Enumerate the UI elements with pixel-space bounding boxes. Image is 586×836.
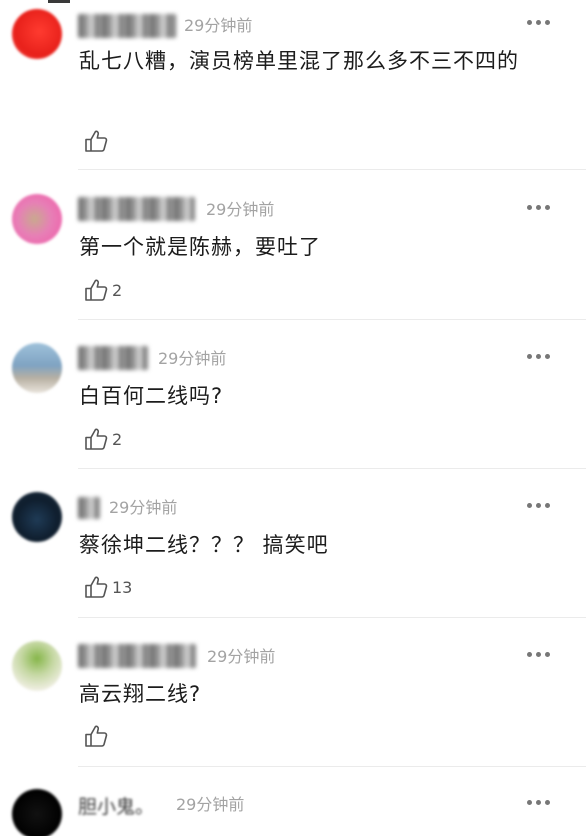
like-count: 2 — [112, 281, 123, 300]
avatar[interactable] — [12, 492, 62, 542]
comment-item: 29分钟前 蔡徐坤二线？？？ 搞笑吧 13 — [0, 483, 586, 632]
more-dots-icon[interactable] — [526, 352, 552, 362]
comment-item: 29分钟前 乱七八糟，演员榜单里混了那么多不三不四的 — [0, 0, 586, 170]
username-blurred[interactable] — [78, 497, 100, 519]
comment-item: 29分钟前 高云翔二线? — [0, 632, 586, 781]
comment-text: 高云翔二线? — [79, 682, 202, 706]
username-blurred[interactable] — [78, 346, 148, 370]
username-blurred[interactable] — [78, 644, 196, 668]
divider — [78, 617, 586, 618]
comment-time: 29分钟前 — [176, 795, 245, 814]
avatar[interactable] — [12, 9, 62, 59]
avatar[interactable] — [12, 789, 62, 836]
comment-text: 第一个就是陈赫，要吐了 — [79, 235, 321, 259]
thumbs-up-icon — [85, 130, 108, 152]
more-dots-icon[interactable] — [526, 501, 552, 511]
thumbs-up-icon — [85, 576, 108, 598]
thumbs-up-icon — [85, 279, 108, 301]
like-count: 13 — [112, 578, 133, 597]
more-dots-icon[interactable] — [526, 203, 552, 213]
avatar[interactable] — [12, 641, 62, 691]
more-dots-icon[interactable] — [526, 650, 552, 660]
comment-time: 29分钟前 — [207, 647, 276, 666]
username[interactable]: 胆小鬼。 — [78, 792, 154, 819]
like-count: 2 — [112, 430, 123, 449]
username-blurred[interactable] — [78, 14, 176, 38]
divider — [78, 766, 586, 767]
avatar[interactable] — [12, 343, 62, 393]
comment-time: 29分钟前 — [206, 200, 275, 219]
more-dots-icon[interactable] — [526, 798, 552, 808]
divider — [78, 468, 586, 469]
comment-time: 29分钟前 — [158, 349, 227, 368]
thumbs-up-icon — [85, 725, 108, 747]
comment-time: 29分钟前 — [184, 16, 253, 35]
comment-text: 白百何二线吗? — [79, 384, 224, 408]
comment-item: 29分钟前 白百何二线吗? 2 — [0, 334, 586, 483]
more-dots-icon[interactable] — [526, 18, 552, 28]
avatar[interactable] — [12, 194, 62, 244]
divider — [78, 169, 586, 170]
comment-item: 胆小鬼。 29分钟前 — [0, 780, 586, 836]
thumbs-up-icon — [85, 428, 108, 450]
comment-item: 29分钟前 第一个就是陈赫，要吐了 2 — [0, 185, 586, 334]
comment-text: 蔡徐坤二线？？？ 搞笑吧 — [79, 533, 329, 557]
comment-text: 乱七八糟，演员榜单里混了那么多不三不四的 — [79, 49, 519, 73]
username-blurred[interactable] — [78, 197, 195, 221]
comment-time: 29分钟前 — [109, 498, 178, 517]
divider — [78, 319, 586, 320]
